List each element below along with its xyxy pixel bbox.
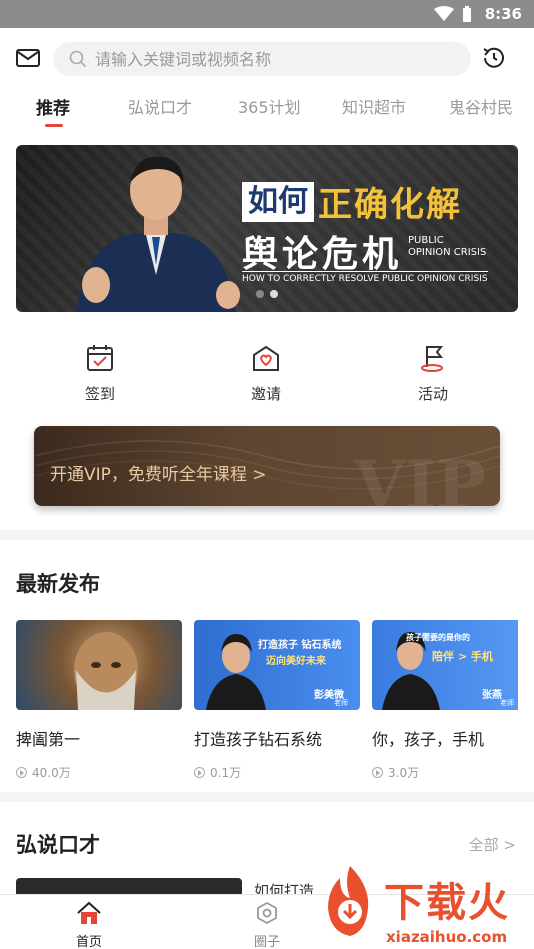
- nav-home[interactable]: 首页: [59, 901, 119, 949]
- top-header: [0, 28, 534, 90]
- tab-guigu-villagers[interactable]: 鬼谷村民: [449, 94, 513, 118]
- thumb-teacher-role: 老师: [500, 699, 514, 707]
- category-tabs: 推荐 弘说口才 365计划 知识超市 鬼谷村民: [0, 90, 534, 130]
- view-count: 0.1万: [210, 766, 242, 780]
- banner-title-line2: 舆论危机: [242, 234, 403, 275]
- wifi-icon: [434, 6, 454, 21]
- section-title-latest: 最新发布: [16, 572, 100, 596]
- flag-icon: [421, 346, 444, 372]
- quick-action-label: 活动: [417, 385, 448, 403]
- section-title-hongshuo: 弘说口才: [16, 833, 100, 857]
- video-title: 你，孩子，手机: [372, 730, 485, 749]
- see-all-link[interactable]: 全部 >: [469, 834, 516, 855]
- banner-side-line2: OPINION CRISIS: [408, 247, 487, 258]
- video-title: 捭阖第一: [16, 730, 81, 749]
- search-bar[interactable]: [53, 42, 471, 76]
- calendar-check-icon: [87, 345, 113, 371]
- view-count: 40.0万: [32, 766, 71, 780]
- play-count-icon: [16, 767, 27, 778]
- quick-action-checkin[interactable]: 签到: [70, 343, 130, 404]
- nav-circle[interactable]: 圈子: [237, 901, 297, 949]
- search-icon: [69, 50, 87, 68]
- quick-action-label: 签到: [84, 385, 115, 403]
- status-icons: [434, 6, 472, 22]
- vip-watermark-text: VIP: [354, 446, 486, 506]
- pagination-dot-active[interactable]: [270, 290, 278, 298]
- video-views: 40.0万: [16, 764, 182, 781]
- banner-pagination: [256, 290, 278, 298]
- circle-hexagon-icon: [257, 901, 277, 925]
- watermark-url: xiazaihuo.com: [386, 928, 508, 946]
- quick-action-label: 邀请: [250, 385, 281, 403]
- banner-side-line1: PUBLIC: [408, 235, 444, 246]
- tab-recommend[interactable]: 推荐: [36, 94, 70, 119]
- pagination-dot[interactable]: [256, 290, 264, 298]
- video-thumbnail: [16, 620, 182, 710]
- banner-title-line1: 如何 正确化解: [242, 177, 462, 226]
- video-views: 3.0万: [372, 764, 518, 781]
- quick-action-events[interactable]: 活动: [403, 343, 463, 404]
- battery-icon: [463, 6, 471, 22]
- video-thumbnail: 打造孩子 钻石系统 迈向美好未来 彭美微 老师: [194, 620, 360, 710]
- banner-subtitle: HOW TO CORRECTLY RESOLVE PUBLIC OPINION …: [242, 271, 488, 284]
- mail-icon[interactable]: [16, 48, 40, 68]
- elder-portrait-image: [74, 632, 138, 710]
- home-icon: [77, 901, 101, 924]
- invite-heart-icon: [253, 345, 279, 371]
- section-divider: [0, 530, 534, 540]
- watermark-text: 下载火: [384, 880, 510, 926]
- banner-highlight-text: 如何: [242, 181, 314, 222]
- video-card[interactable]: 孩子需要的是你的 陪伴 > 手机 张燕 老师 你，孩子，手机 3.0万: [372, 620, 518, 781]
- thumb-text-line1: 孩子需要的是你的: [406, 633, 470, 642]
- banner-side-text: PUBLIC OPINION CRISIS: [408, 235, 486, 259]
- video-views: 0.1万: [194, 764, 360, 781]
- view-count: 3.0万: [388, 766, 420, 780]
- site-watermark: 下载火 xiazaihuo.com: [318, 858, 534, 949]
- quick-action-invite[interactable]: 邀请: [236, 343, 296, 404]
- video-thumbnail: 孩子需要的是你的 陪伴 > 手机 张燕 老师: [372, 620, 518, 710]
- watermark-logo-icon: [328, 866, 369, 936]
- video-card[interactable]: 打造孩子 钻石系统 迈向美好未来 彭美微 老师 打造孩子钻石系统 0.1万: [194, 620, 360, 781]
- video-card[interactable]: 捭阖第一 40.0万: [16, 620, 182, 781]
- nav-label: 圈子: [253, 935, 280, 949]
- status-time: 8:36: [484, 5, 522, 23]
- history-icon[interactable]: [481, 45, 507, 71]
- video-title: 打造孩子钻石系统: [194, 730, 323, 749]
- thumb-teacher-name: 张燕: [482, 690, 502, 701]
- nav-label: 首页: [75, 935, 102, 949]
- banner-yellow-text: 正确化解: [318, 185, 462, 225]
- play-count-icon: [194, 767, 205, 778]
- vip-card[interactable]: VIP 开通VIP，免费听全年课程 >: [34, 426, 500, 506]
- tab-hongshuo[interactable]: 弘说口才: [128, 94, 192, 118]
- thumb-text-line1: 打造孩子 钻石系统: [258, 640, 342, 651]
- tab-knowledge-market[interactable]: 知识超市: [342, 94, 406, 118]
- vip-promo-text: 开通VIP，免费听全年课程 >: [50, 465, 267, 485]
- status-bar: 8:36: [0, 0, 534, 28]
- speaker-photo: [76, 156, 240, 312]
- section-divider: [0, 792, 534, 802]
- thumb-text-line2: 迈向美好未来: [266, 656, 326, 667]
- play-count-icon: [372, 767, 383, 778]
- thumb-text-line2: 陪伴 > 手机: [432, 650, 493, 663]
- search-input[interactable]: [95, 42, 455, 76]
- tab-365-plan[interactable]: 365计划: [238, 94, 301, 118]
- promo-banner[interactable]: 如何 正确化解 舆论危机 PUBLIC OPINION CRISIS HOW T…: [16, 145, 518, 312]
- thumb-teacher-role: 老师: [334, 699, 348, 707]
- active-tab-indicator: [45, 124, 63, 127]
